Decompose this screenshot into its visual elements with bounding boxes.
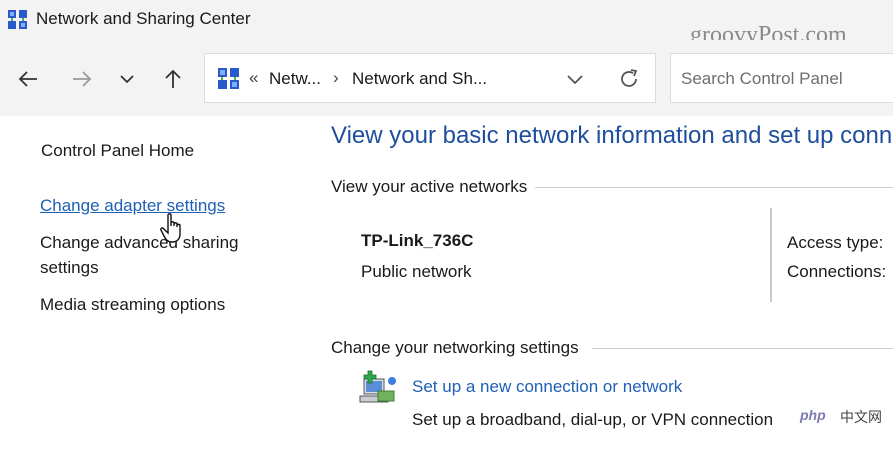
page-title: View your basic network information and … <box>331 122 893 149</box>
search-placeholder: Search Control Panel <box>681 69 843 88</box>
network-category: Public network <box>361 262 472 281</box>
sidebar-item-media-streaming[interactable]: Media streaming options <box>40 292 225 317</box>
chevron-down-icon[interactable] <box>563 67 587 91</box>
sidebar-item-control-panel-home[interactable]: Control Panel Home <box>41 141 194 161</box>
breadcrumb-network-sharing[interactable]: Network and Sh... <box>352 69 487 89</box>
php-logo-zh: 中文网 <box>840 409 882 425</box>
change-settings-title: Change your networking settings <box>331 338 587 358</box>
vertical-divider <box>770 208 772 302</box>
arrow-up-icon[interactable] <box>160 66 186 92</box>
chevron-down-icon[interactable] <box>114 66 140 92</box>
php-logo-text: php <box>800 407 826 423</box>
navigation-bar: « Netw... › Network and Sh... Search Con… <box>0 40 893 116</box>
network-location-icon <box>217 67 241 91</box>
network-name: TP-Link_736C <box>361 231 474 250</box>
window-title: Network and Sharing Center <box>36 9 251 28</box>
search-input[interactable]: Search Control Panel <box>670 53 893 103</box>
arrow-left-icon[interactable] <box>16 66 42 92</box>
sidebar: Control Panel Home Change adapter settin… <box>0 116 300 449</box>
access-type-label: Access type: <box>787 233 884 252</box>
arrow-right-icon[interactable] <box>68 66 94 92</box>
active-networks-title: View your active networks <box>331 177 536 197</box>
main-content: View your basic network information and … <box>330 116 893 449</box>
breadcrumb-separator[interactable]: › <box>333 68 339 88</box>
sidebar-item-change-advanced-sharing[interactable]: Change advanced sharing <box>40 230 238 255</box>
new-connection-icon <box>358 369 398 409</box>
breadcrumb-overflow[interactable]: « <box>249 68 258 88</box>
hand-cursor-icon <box>160 213 186 245</box>
network-app-icon <box>7 9 29 31</box>
title-bar: Network and Sharing Center groovyPost.co… <box>0 0 893 48</box>
section-divider <box>530 187 893 188</box>
connections-label: Connections: <box>787 262 887 281</box>
setup-connection-link[interactable]: Set up a new connection or network <box>412 377 682 397</box>
sidebar-item-change-adapter-settings[interactable]: Change adapter settings <box>40 196 225 216</box>
sidebar-item-change-advanced-sharing-settings[interactable]: settings <box>40 255 99 280</box>
section-divider <box>592 348 893 349</box>
address-bar[interactable]: « Netw... › Network and Sh... <box>204 53 656 103</box>
breadcrumb-network-internet[interactable]: Netw... <box>269 69 321 89</box>
setup-connection-description: Set up a broadband, dial-up, or VPN conn… <box>412 410 774 429</box>
php-logo: php 中文网 <box>796 402 893 430</box>
refresh-icon[interactable] <box>617 67 641 91</box>
